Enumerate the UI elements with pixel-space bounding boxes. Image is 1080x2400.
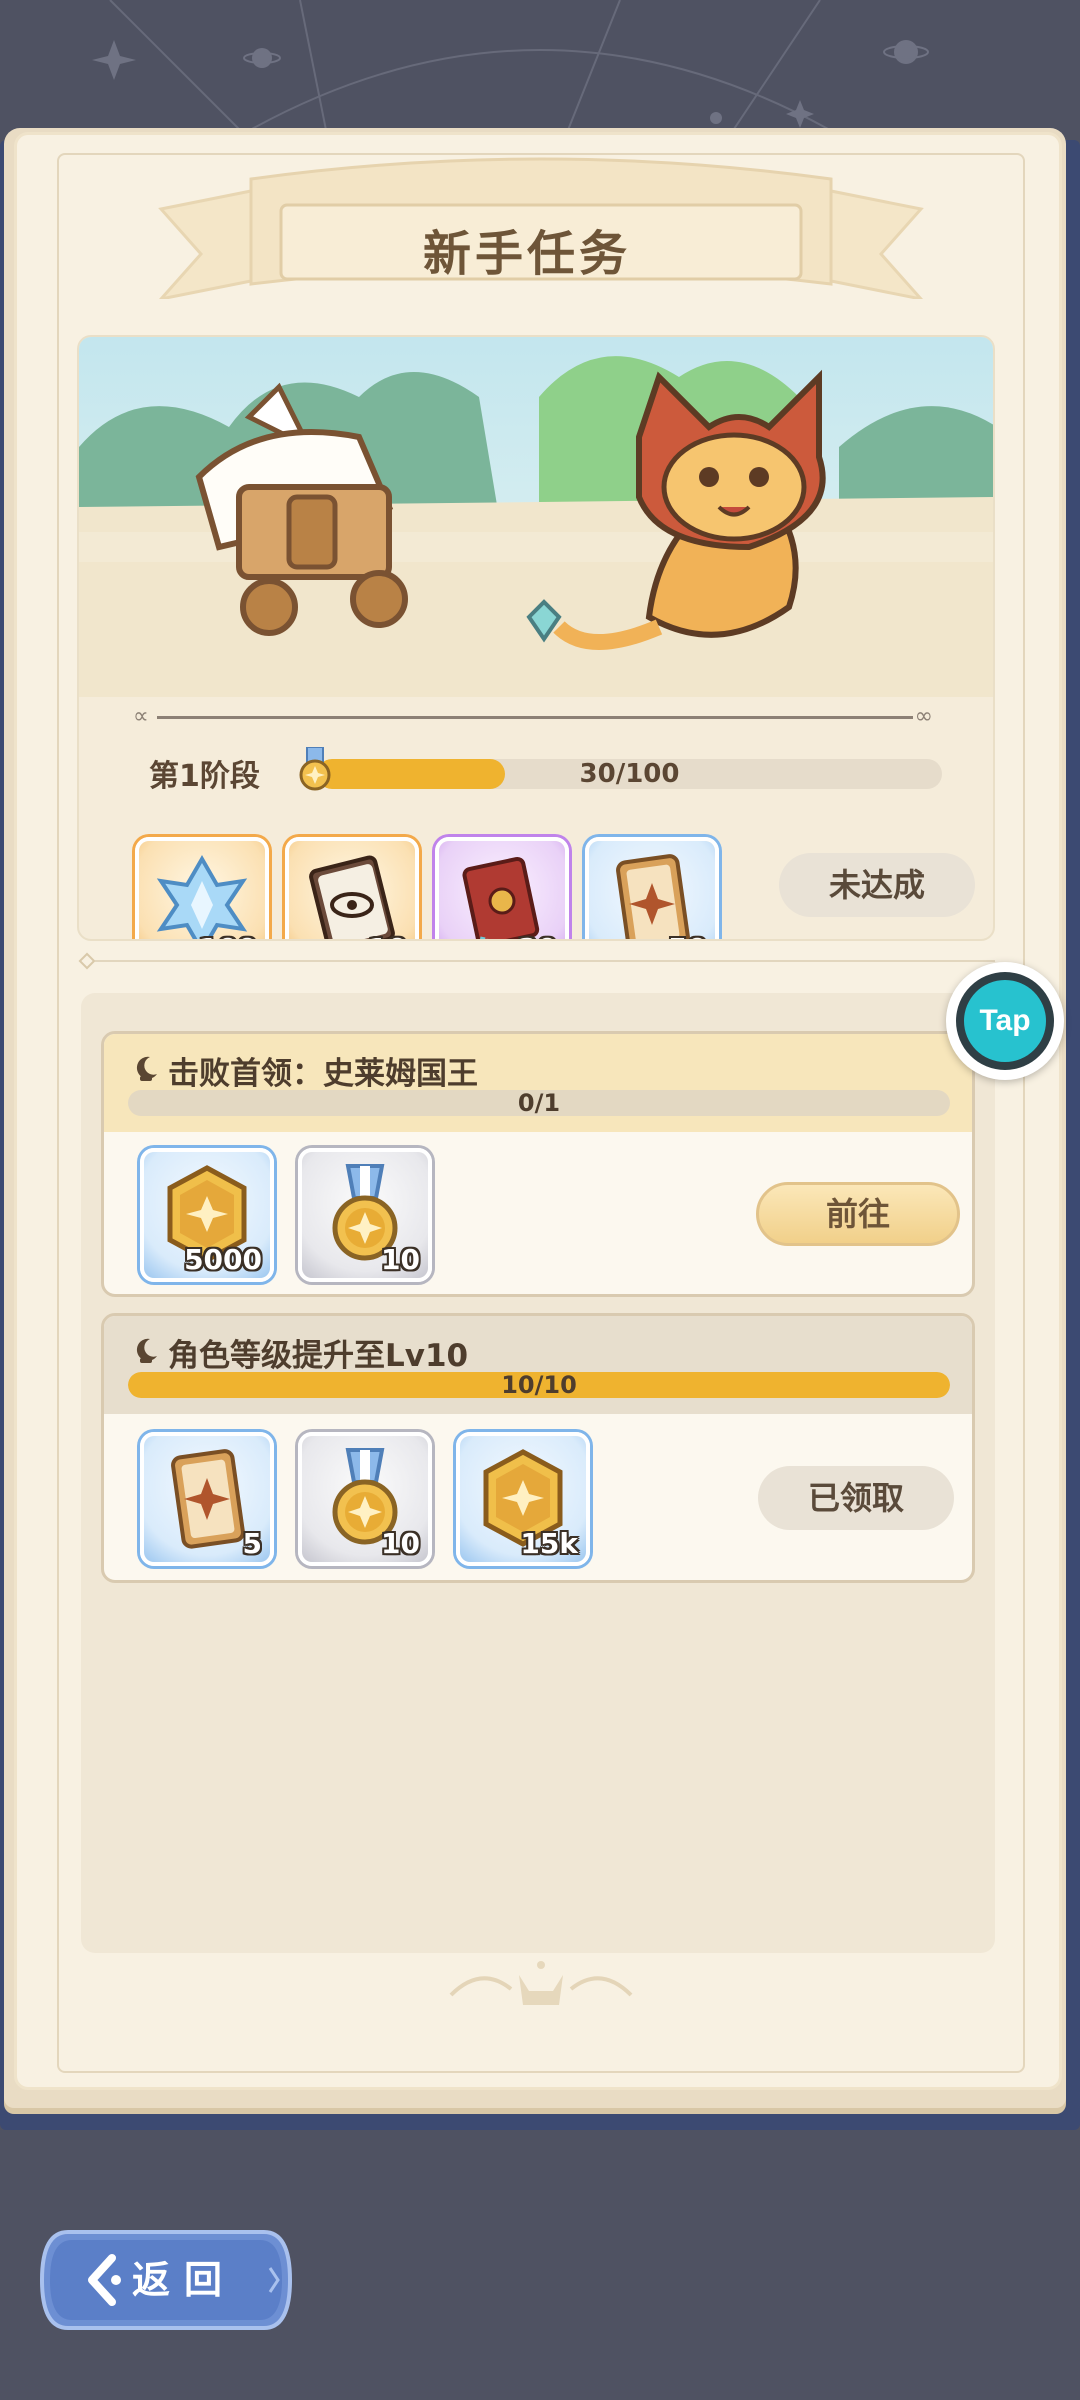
- crystal-icon: [156, 854, 248, 939]
- back-label: 返回: [132, 2258, 237, 2302]
- stage-reward-spellbook[interactable]: 20: [435, 837, 569, 939]
- go-button[interactable]: 前往: [756, 1182, 960, 1246]
- reward-slot-background: [139, 841, 265, 939]
- reward-quantity: 5: [242, 1527, 262, 1560]
- moon-quest-icon: [136, 1338, 157, 1363]
- task-list: 击败首领：史莱姆国王 0/1 5000 10 前往 角色等级提升至Lv10 10/…: [81, 993, 995, 1953]
- star-card-icon: [616, 854, 690, 939]
- claimed-button[interactable]: 已领取: [758, 1466, 954, 1530]
- task-progress-bar: 0/1: [128, 1090, 950, 1116]
- reward-quantity: 50: [668, 932, 707, 939]
- task-reward-star-card[interactable]: 5: [140, 1432, 274, 1566]
- reward-slot-background: [439, 841, 565, 939]
- task-card-level: 角色等级提升至Lv10 10/10 5 10 15k 已领取: [101, 1313, 975, 1583]
- spellbook-icon: [462, 856, 540, 939]
- back-button[interactable]: 返回: [38, 2228, 294, 2332]
- task-reward-medal[interactable]: 10: [298, 1432, 432, 1566]
- section-divider: [78, 952, 995, 970]
- stage-reward-panel: ∝ ∞ 第1阶段 30/100 100 10 20 50 未达成: [77, 335, 995, 941]
- task-name: 击败首领：史莱姆国王: [168, 1056, 478, 1092]
- reward-quantity: 5000: [184, 1243, 262, 1276]
- stage-medal-icon: [299, 747, 331, 791]
- reward-quantity: 10: [381, 1527, 420, 1560]
- stage-reward-eye-card[interactable]: 10: [285, 837, 419, 939]
- task-reward-gold-coin[interactable]: 15k: [456, 1432, 590, 1566]
- reward-slot-background: [289, 841, 415, 939]
- moon-quest-icon: [136, 1056, 157, 1081]
- task-reward-medal[interactable]: 10: [298, 1148, 432, 1282]
- task-progress-bar: 10/10: [128, 1372, 950, 1398]
- task-progress-text: 10/10: [501, 1372, 577, 1398]
- task-name: 角色等级提升至Lv10: [168, 1338, 469, 1374]
- reward-quantity: 20: [518, 932, 557, 939]
- stage-track: ∝ ∞: [133, 704, 933, 729]
- track-end-icon: ∞: [914, 704, 933, 729]
- cat-crest-ornament: [449, 1961, 633, 2005]
- reward-slot-background: [589, 841, 715, 939]
- reward-quantity: 10: [381, 1243, 420, 1276]
- track-start-icon: ∝: [133, 704, 149, 729]
- stage-progress-bar: 30/100: [317, 759, 942, 789]
- task-reward-gold-coin[interactable]: 5000: [140, 1148, 274, 1282]
- reward-quantity: 15k: [520, 1527, 578, 1560]
- page-title: 新手任务: [422, 226, 631, 282]
- adventure-scene-illustration: [79, 337, 993, 697]
- quest-book: 新手任务 ∝ ∞ 第1阶段 30/100 未达成 击败首领：史莱姆国王 0/1 …: [14, 132, 1062, 2090]
- stage-progress-text: 30/100: [579, 759, 680, 789]
- reward-quantity: 100: [199, 932, 257, 939]
- tap-floating-button[interactable]: Tap: [946, 962, 1064, 1080]
- stage-reward-star-card[interactable]: 50: [585, 837, 719, 939]
- eye-card-icon: [309, 855, 395, 939]
- task-header: 角色等级提升至Lv10 10/10: [104, 1316, 972, 1414]
- task-header: 击败首领：史莱姆国王 0/1: [104, 1034, 972, 1132]
- task-card-boss: 击败首领：史莱姆国王 0/1 5000 10 前往: [101, 1031, 975, 1297]
- stage-reward-crystal[interactable]: 100: [135, 837, 269, 939]
- reward-quantity: 10: [368, 932, 407, 939]
- task-progress-text: 0/1: [517, 1090, 561, 1116]
- tap-label: Tap: [964, 980, 1046, 1062]
- stage-status-button[interactable]: 未达成: [779, 853, 975, 917]
- stage-label: 第1阶段: [149, 759, 260, 794]
